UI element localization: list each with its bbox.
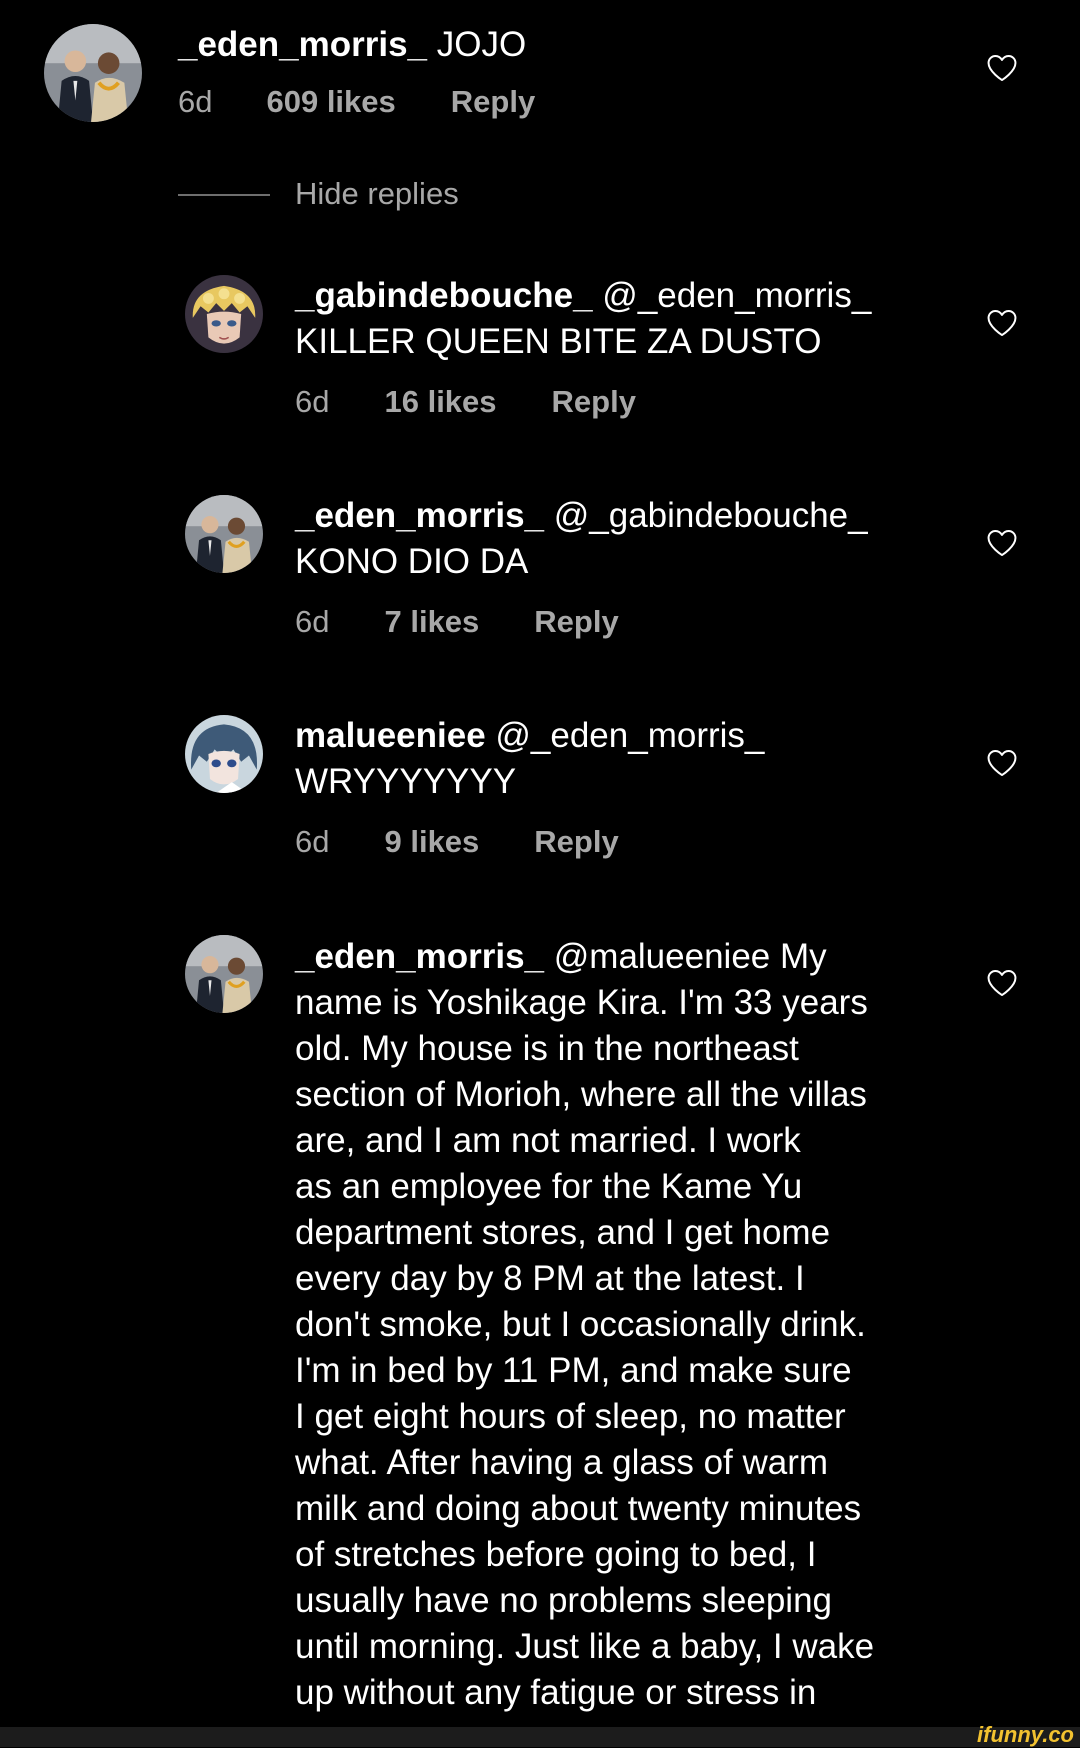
comment-likes[interactable]: 7 likes — [384, 604, 479, 640]
comment-meta: 6d 609 likes Reply — [178, 84, 535, 120]
like-button[interactable] — [985, 526, 1019, 560]
avatar[interactable] — [44, 24, 142, 122]
profile-photo-icon — [44, 24, 142, 122]
watermark-bar — [0, 1727, 1080, 1747]
heart-icon — [987, 54, 1017, 82]
avatar[interactable] — [185, 935, 263, 1013]
comment-username[interactable]: _eden_morris_ — [295, 937, 544, 976]
anime-avatar-icon — [185, 275, 263, 353]
divider-line — [178, 194, 270, 196]
comment-body: _eden_morris_ @_gabindebouche_ KONO DIO … — [295, 493, 868, 585]
comment-meta: 6d 7 likes Reply — [295, 604, 619, 640]
hide-replies-label: Hide replies — [295, 176, 459, 211]
comment-age: 6d — [295, 824, 330, 859]
comment-text: @malueeniee My name is Yoshikage Kira. I… — [295, 937, 875, 1712]
reply-button[interactable]: Reply — [451, 84, 535, 120]
reply-button[interactable]: Reply — [552, 384, 636, 420]
avatar[interactable] — [185, 495, 263, 573]
profile-photo-icon — [185, 495, 263, 573]
like-button[interactable] — [985, 306, 1019, 340]
like-button[interactable] — [985, 746, 1019, 780]
profile-photo-icon — [185, 935, 263, 1013]
like-button[interactable] — [985, 966, 1019, 1000]
comment-likes[interactable]: 16 likes — [384, 384, 496, 420]
heart-icon — [987, 969, 1017, 997]
comment-username[interactable]: _gabindebouche_ — [295, 276, 593, 315]
comment-likes[interactable]: 609 likes — [266, 84, 395, 120]
comment-age: 6d — [295, 384, 330, 419]
heart-icon — [987, 309, 1017, 337]
reply-button[interactable]: Reply — [534, 824, 618, 860]
avatar[interactable] — [185, 715, 263, 793]
comment-username[interactable]: malueeniee — [295, 716, 486, 755]
avatar[interactable] — [185, 275, 263, 353]
like-button[interactable] — [985, 51, 1019, 85]
anime-avatar-icon — [185, 715, 263, 793]
comment-text: JOJO — [427, 25, 527, 64]
comment-body: malueeniee @_eden_morris_ WRYYYYYYY — [295, 713, 764, 805]
comment-body: _gabindebouche_ @_eden_morris_ KILLER QU… — [295, 273, 871, 365]
watermark: ifunny.co — [977, 1722, 1074, 1747]
comment-username[interactable]: _eden_morris_ — [295, 496, 544, 535]
comment-meta: 6d 16 likes Reply — [295, 384, 636, 420]
comment-age: 6d — [295, 604, 330, 639]
reply-button[interactable]: Reply — [534, 604, 618, 640]
comment-body: _eden_morris_ @malueeniee My name is Yos… — [295, 934, 874, 1716]
comment-meta: 6d 9 likes Reply — [295, 824, 619, 860]
heart-icon — [987, 749, 1017, 777]
comment-username[interactable]: _eden_morris_ — [178, 25, 427, 64]
comment-body: _eden_morris_ JOJO — [178, 22, 526, 68]
comment-age: 6d — [178, 84, 213, 119]
comment-likes[interactable]: 9 likes — [384, 824, 479, 860]
heart-icon — [987, 529, 1017, 557]
